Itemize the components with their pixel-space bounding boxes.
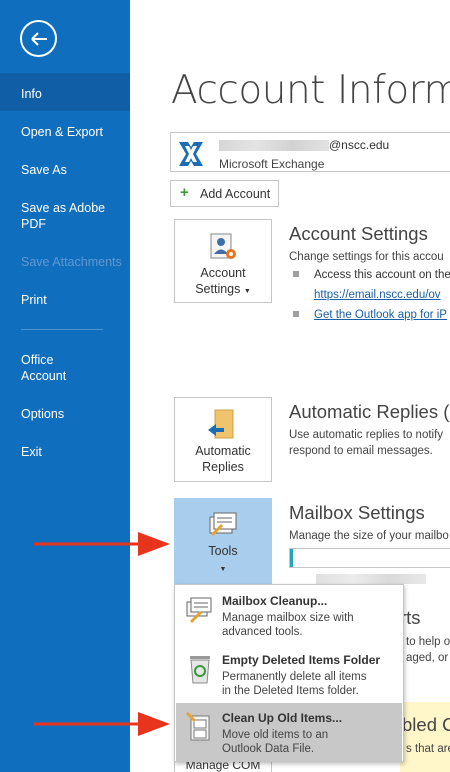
recycle-bin-icon [190,656,210,684]
red-arrow-icon [34,532,170,556]
account-settings-label-1: Account [200,266,246,280]
owa-link[interactable]: https://email.nscc.edu/ov [314,287,441,303]
tools-caret: ▼ [175,559,271,578]
partial-text-1: to help or [406,636,450,648]
nav-item-save-as[interactable]: Save As [0,162,130,178]
mailbox-size-bar [289,548,450,568]
menu-item-clean-up-old-items[interactable]: Clean Up Old Items... Move old items to … [176,703,402,761]
page-title: Account Informat [171,68,450,113]
exchange-icon [177,140,205,168]
automatic-replies-button[interactable]: Automatic Replies [174,397,272,482]
account-email-domain: @nscc.edu [329,138,390,152]
nav-item-office-account[interactable]: Office Account [0,352,90,384]
partial-text-3: s that are [406,743,450,755]
com-addins-highlight [400,702,450,772]
add-account-button[interactable]: + Add Account [170,180,279,207]
bullet-icon [293,271,299,277]
automatic-replies-label-1: Automatic [195,444,251,458]
back-arrow-icon [31,32,47,46]
automatic-replies-icon [208,409,234,439]
account-settings-label-2: Settings ▼ [195,282,251,296]
red-arrow-icon [34,712,170,736]
add-account-label: Add Account [200,187,271,201]
account-selector[interactable]: @nscc.edu Microsoft Exchange [170,132,450,172]
tools-label: Tools [208,544,238,558]
redacted-mailbox-size [316,574,426,584]
account-type: Microsoft Exchange [219,157,325,171]
mailbox-cleanup-title: Mailbox Cleanup... [222,594,328,608]
menu-item-empty-deleted-items[interactable]: Empty Deleted Items Folder Permanently d… [176,645,402,701]
redacted-username [219,140,329,151]
tools-dropdown-menu: Mailbox Cleanup... Manage mailbox size w… [174,584,404,762]
mailbox-size-fill [290,549,294,567]
empty-deleted-items-title: Empty Deleted Items Folder [222,653,381,667]
mailbox-cleanup-description: Manage mailbox size with advanced tools. [222,612,354,638]
caret-down-icon: ▼ [243,288,251,295]
partial-section-title-2: bled C [402,714,450,735]
access-account-text: Access this account on the [314,269,450,281]
account-settings-description: Change settings for this accou [289,251,444,263]
automatic-replies-description-2: respond to email messages. [289,445,433,457]
mailbox-cleanup-icon [186,597,212,624]
mailbox-settings-title: Mailbox Settings [289,502,425,523]
menu-item-mailbox-cleanup[interactable]: Mailbox Cleanup... Manage mailbox size w… [176,586,402,642]
automatic-replies-label-2: Replies [202,460,244,474]
nav-item-info[interactable]: Info [0,73,130,111]
account-settings-icon [210,233,236,259]
outlook-app-link[interactable]: Get the Outlook app for iP [314,307,447,323]
nav-item-exit[interactable]: Exit [0,444,130,460]
tools-button[interactable]: Tools ▼ [174,498,272,584]
automatic-replies-description-1: Use automatic replies to notify [289,429,444,441]
archive-cabinet-icon [185,711,210,741]
nav-item-options[interactable]: Options [0,406,130,422]
clean-up-old-items-description: Move old items to an Outlook Data File. [222,729,329,755]
plus-icon: + [180,184,189,201]
nav-item-open-export[interactable]: Open & Export [0,124,130,140]
tools-icon [209,512,237,537]
backstage-sidebar: Info Open & Export Save As Save as Adobe… [0,0,130,772]
empty-deleted-items-description: Permanently delete all items in the Delet… [222,671,367,697]
mailbox-settings-description: Manage the size of your mailbo [289,530,449,542]
bullet-icon [293,311,299,317]
nav-item-print[interactable]: Print [0,292,130,308]
nav-divider [21,329,103,330]
automatic-replies-title: Automatic Replies (C [289,401,450,422]
nav-item-save-as-adobe-pdf[interactable]: Save as Adobe PDF [0,200,110,232]
account-settings-title: Account Settings [289,223,428,244]
clean-up-old-items-title: Clean Up Old Items... [222,711,343,725]
partial-text-2: aged, or r [406,652,450,664]
back-button[interactable] [20,20,57,57]
caret-down-icon: ▼ [219,566,227,573]
account-settings-button[interactable]: Account Settings ▼ [174,219,272,303]
nav-item-save-attachments: Save Attachments [21,255,122,269]
